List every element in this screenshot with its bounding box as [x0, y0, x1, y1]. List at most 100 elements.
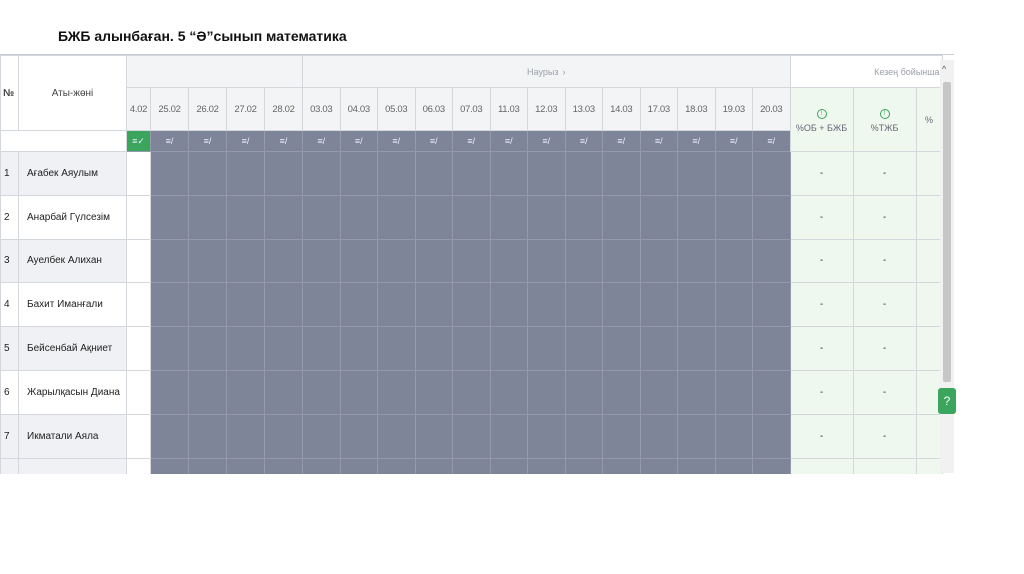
- grade-cell[interactable]: [752, 326, 791, 371]
- grade-edit-icon[interactable]: ≡/: [752, 130, 791, 152]
- grade-cell[interactable]: [639, 194, 678, 240]
- grade-cell[interactable]: [602, 413, 641, 459]
- grade-cell[interactable]: [264, 457, 303, 474]
- grade-cell[interactable]: [752, 151, 791, 196]
- grade-edit-icon[interactable]: ≡/: [226, 130, 265, 152]
- grade-cell[interactable]: [714, 151, 753, 196]
- grade-cell[interactable]: [264, 413, 303, 459]
- grade-cell[interactable]: [602, 457, 641, 474]
- grade-cell[interactable]: [150, 238, 189, 284]
- date-header[interactable]: 03.03: [302, 87, 341, 131]
- grade-cell[interactable]: [564, 238, 603, 284]
- grade-cell[interactable]: [377, 457, 416, 474]
- grade-edit-icon[interactable]: ≡/: [639, 130, 678, 152]
- student-name[interactable]: Ағабек Аяулым: [18, 151, 127, 196]
- grade-cell[interactable]: [714, 194, 753, 240]
- date-header[interactable]: 11.03: [489, 87, 528, 131]
- grade-cell[interactable]: [126, 238, 151, 284]
- grade-cell[interactable]: [489, 238, 528, 284]
- grade-cell[interactable]: [226, 238, 265, 284]
- grade-cell[interactable]: [714, 369, 753, 415]
- date-header[interactable]: 13.03: [564, 87, 603, 131]
- grade-cell[interactable]: [714, 326, 753, 371]
- grade-cell[interactable]: [714, 457, 753, 474]
- grade-cell[interactable]: [677, 326, 716, 371]
- date-header[interactable]: 18.03: [677, 87, 716, 131]
- grade-cell[interactable]: [714, 282, 753, 328]
- grade-cell[interactable]: [339, 282, 378, 328]
- date-header[interactable]: 28.02: [264, 87, 303, 131]
- grade-cell[interactable]: [264, 151, 303, 196]
- grade-cell[interactable]: [414, 238, 453, 284]
- grade-cell[interactable]: [226, 151, 265, 196]
- grade-cell[interactable]: [414, 194, 453, 240]
- grade-cell[interactable]: [377, 238, 416, 284]
- grade-cell[interactable]: [527, 369, 566, 415]
- grade-cell[interactable]: [452, 413, 491, 459]
- grade-cell[interactable]: [752, 413, 791, 459]
- grade-edit-icon[interactable]: ≡/: [377, 130, 416, 152]
- grade-cell[interactable]: [602, 282, 641, 328]
- grade-cell[interactable]: [126, 282, 151, 328]
- grade-cell[interactable]: [677, 457, 716, 474]
- date-header[interactable]: 05.03: [377, 87, 416, 131]
- grade-edit-icon[interactable]: ≡/: [414, 130, 453, 152]
- grade-cell[interactable]: [264, 326, 303, 371]
- student-name[interactable]: Анарбай Гүлсезім: [18, 194, 127, 240]
- grade-cell[interactable]: [150, 326, 189, 371]
- grade-cell[interactable]: [126, 151, 151, 196]
- grade-cell[interactable]: [677, 282, 716, 328]
- chevron-right-icon[interactable]: ›: [562, 67, 565, 77]
- student-name[interactable]: Икматали Аяла: [18, 413, 127, 459]
- date-header[interactable]: 14.03: [602, 87, 641, 131]
- student-name[interactable]: Ауелбек Алихан: [18, 238, 127, 284]
- date-header[interactable]: 4.02: [126, 87, 151, 131]
- grade-cell[interactable]: [414, 369, 453, 415]
- grade-cell[interactable]: [126, 369, 151, 415]
- grade-cell[interactable]: [489, 326, 528, 371]
- grade-cell[interactable]: [452, 326, 491, 371]
- grade-cell[interactable]: [377, 326, 416, 371]
- grade-cell[interactable]: [677, 413, 716, 459]
- grade-cell[interactable]: [677, 238, 716, 284]
- grade-cell[interactable]: [188, 326, 227, 371]
- grade-edit-icon[interactable]: ≡/: [188, 130, 227, 152]
- grade-cell[interactable]: [452, 151, 491, 196]
- grade-cell[interactable]: [564, 413, 603, 459]
- info-circle-icon[interactable]: !: [816, 108, 827, 119]
- grade-cell[interactable]: [339, 194, 378, 240]
- grade-cell[interactable]: [527, 282, 566, 328]
- grade-cell[interactable]: [602, 369, 641, 415]
- info-circle-icon[interactable]: !: [879, 108, 890, 119]
- grade-cell[interactable]: [714, 238, 753, 284]
- grade-cell[interactable]: [377, 282, 416, 328]
- grade-cell[interactable]: [489, 413, 528, 459]
- grade-cell[interactable]: [752, 238, 791, 284]
- grade-cell[interactable]: [564, 151, 603, 196]
- grade-cell[interactable]: [489, 151, 528, 196]
- grade-edit-icon[interactable]: ≡/: [302, 130, 341, 152]
- grade-cell[interactable]: [677, 194, 716, 240]
- grade-edit-icon[interactable]: ≡/: [489, 130, 528, 152]
- grade-cell[interactable]: [188, 282, 227, 328]
- date-header[interactable]: 07.03: [452, 87, 491, 131]
- grade-edit-icon[interactable]: ≡/: [150, 130, 189, 152]
- grade-cell[interactable]: [564, 194, 603, 240]
- grade-cell[interactable]: [126, 413, 151, 459]
- grade-cell[interactable]: [564, 326, 603, 371]
- student-name[interactable]: Бейсенбай Ақниет: [18, 326, 127, 371]
- grade-cell[interactable]: [564, 369, 603, 415]
- grade-cell[interactable]: [302, 238, 341, 284]
- grade-edit-icon[interactable]: ≡/: [339, 130, 378, 152]
- grade-cell[interactable]: [452, 282, 491, 328]
- grade-cell[interactable]: [452, 238, 491, 284]
- grade-cell[interactable]: [414, 326, 453, 371]
- grade-cell[interactable]: [639, 457, 678, 474]
- grade-cell[interactable]: [752, 282, 791, 328]
- grade-cell[interactable]: [527, 194, 566, 240]
- grade-cell[interactable]: [339, 369, 378, 415]
- grade-cell[interactable]: [639, 369, 678, 415]
- grade-cell[interactable]: [226, 457, 265, 474]
- grade-cell[interactable]: [339, 238, 378, 284]
- grade-cell[interactable]: [752, 194, 791, 240]
